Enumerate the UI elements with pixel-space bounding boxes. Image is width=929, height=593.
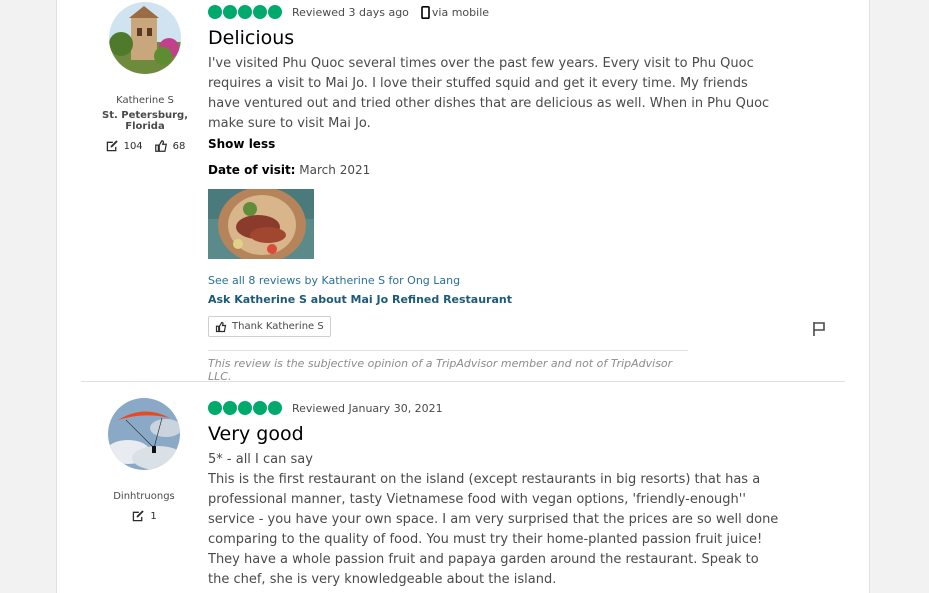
date-of-visit: Date of visit: March 2021 [208, 163, 780, 177]
reviewer-stats: 104 68 [85, 139, 205, 153]
review-text: I've visited Phu Quoc several times over… [208, 56, 770, 131]
reviewer-location: St. Petersburg, Florida [102, 110, 188, 132]
via-mobile-label: via mobile [431, 5, 490, 19]
reviewer-name[interactable]: Dinhtruongs [84, 491, 204, 502]
helpful-votes-count: 68 [172, 140, 186, 152]
thumbs-up-icon [154, 140, 167, 152]
contributions-count: 1 [150, 510, 157, 522]
date-of-visit-value: March 2021 [295, 163, 371, 177]
review-photo[interactable] [208, 189, 314, 259]
rating-bubble [208, 401, 222, 415]
rating-bubble [268, 401, 282, 415]
ask-reviewer-link[interactable]: Ask Katherine S about Mai Jo Refined Res… [208, 293, 780, 306]
rating-bubble [238, 5, 252, 19]
pencil-icon [106, 140, 118, 152]
thank-label: Thank Katherine S [232, 321, 324, 332]
reviewer-profile: Dinhtruongs 1 [84, 398, 204, 523]
rating-bubbles [208, 401, 282, 415]
flag-icon[interactable] [812, 321, 826, 337]
rating-bubble [268, 5, 282, 19]
reviewer-stats: 1 [84, 509, 204, 523]
show-less-button[interactable]: Show less [208, 137, 780, 151]
mobile-icon [421, 5, 430, 19]
thank-button[interactable]: Thank Katherine S [208, 316, 331, 337]
review-date: Reviewed 3 days ago [292, 5, 409, 19]
review-disclaimer: This review is the subjective opinion of… [208, 350, 688, 383]
review-content: Reviewed January 30, 2021 Very good 5* -… [208, 401, 780, 590]
avatar[interactable] [108, 398, 180, 470]
contributions-count: 104 [123, 140, 143, 152]
rating-bubbles [208, 5, 282, 19]
via-mobile: via mobile [421, 6, 489, 19]
thumbs-up-icon [215, 321, 227, 332]
reviewer-name[interactable]: Katherine S [85, 95, 205, 106]
review-subtitle: 5* - all I can say [208, 452, 313, 467]
review-item: Dinhtruongs 1 Reviewed January 30, 2021 … [81, 381, 845, 587]
avatar[interactable] [109, 2, 181, 74]
see-all-reviews-link[interactable]: See all 8 reviews by Katherine S for Ong… [208, 274, 780, 287]
pencil-icon [133, 510, 144, 522]
date-of-visit-label: Date of visit: [208, 163, 296, 177]
rating-bubble [223, 5, 237, 19]
review-date: Reviewed January 30, 2021 [292, 401, 443, 415]
rating-bubble [223, 401, 237, 415]
review-text: This is the first restaurant on the isla… [208, 472, 779, 587]
reviewer-profile: Katherine S St. Petersburg, Florida 104 … [85, 2, 205, 153]
rating-bubble [253, 5, 267, 19]
reviews-card: Katherine S St. Petersburg, Florida 104 … [56, 0, 870, 593]
rating-bubble [208, 5, 222, 19]
rating-bubble [238, 401, 252, 415]
review-title[interactable]: Delicious [208, 27, 780, 49]
review-title[interactable]: Very good [208, 423, 780, 445]
rating-bubble [253, 401, 267, 415]
review-content: Reviewed 3 days ago via mobile Delicious… [208, 5, 780, 383]
